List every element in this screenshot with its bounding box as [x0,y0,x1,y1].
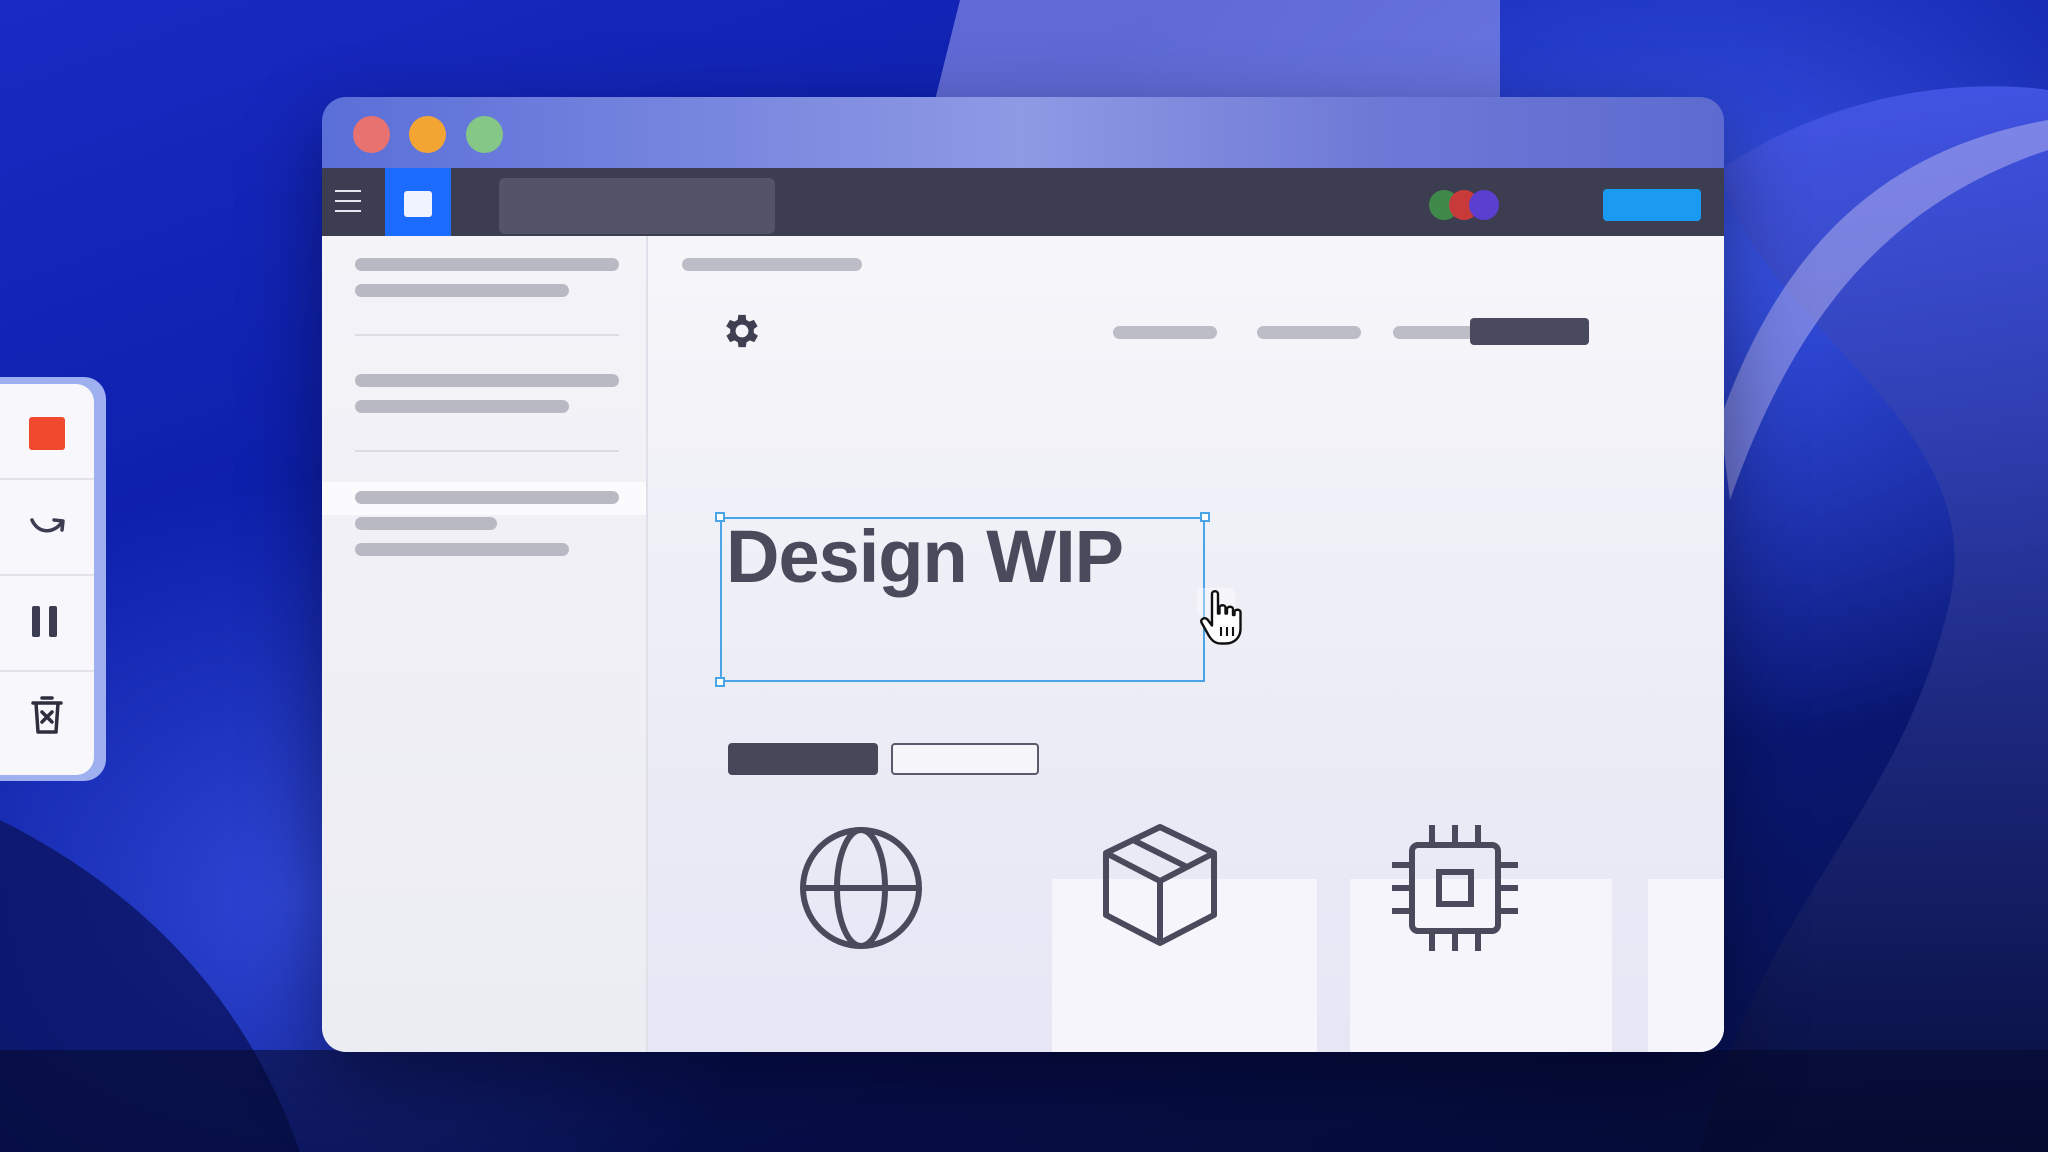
redo-button[interactable] [0,480,94,576]
box-icon [1103,824,1217,946]
stop-record-button[interactable] [0,384,94,480]
screen-recorder-panel [0,377,106,781]
pause-button[interactable] [0,576,94,672]
card-icons-layer [800,824,1518,951]
globe-icon [800,827,922,949]
stop-record-icon [29,417,65,450]
delete-recording-button[interactable] [0,672,94,768]
pause-icon [32,606,40,637]
pause-icon [49,606,57,637]
redo-icon [30,518,65,533]
hand-pointer-cursor-icon [1197,588,1242,645]
recorder-controls [0,384,94,775]
trash-icon [31,696,63,734]
chip-icon [1392,825,1518,951]
app-window: Design WIP [322,97,1724,1052]
